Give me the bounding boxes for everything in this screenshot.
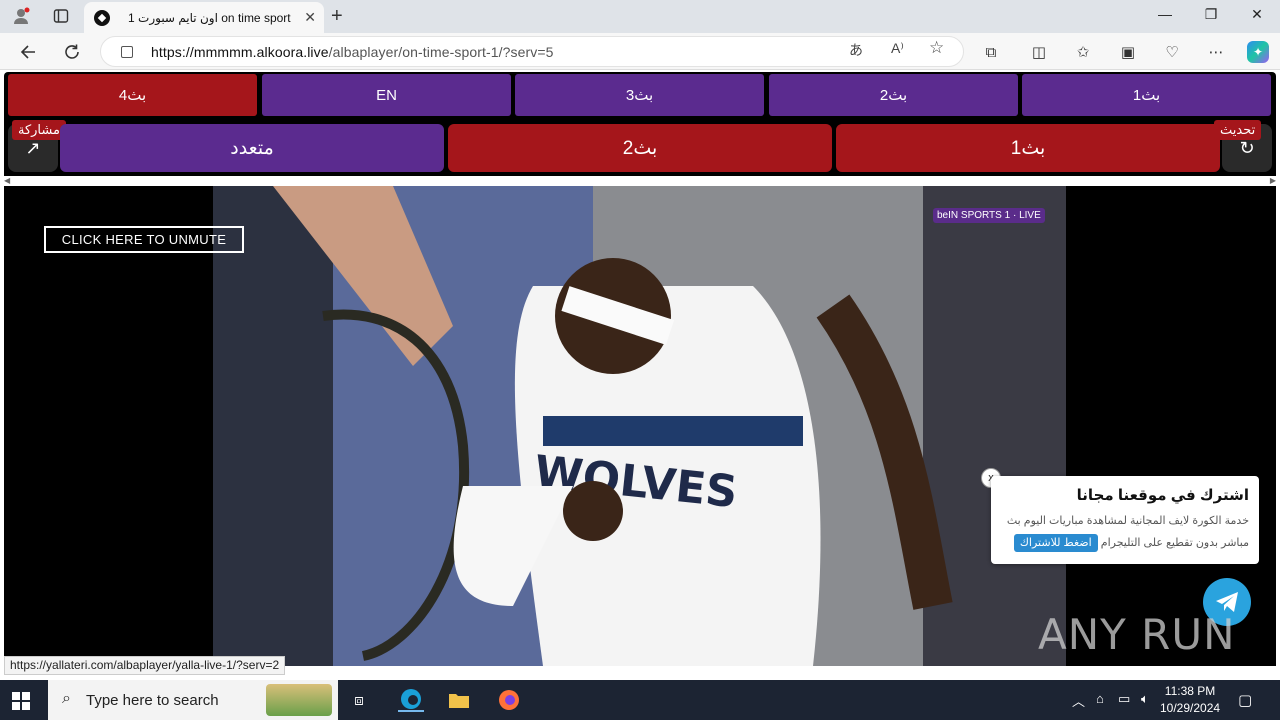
profile-icon[interactable] (10, 5, 32, 27)
video-player[interactable]: WOLVES beIN SPORTS 1 · LIVE CLICK HERE T… (4, 186, 1276, 666)
tab-close-icon[interactable]: ✕ (304, 9, 316, 26)
web-page: بث4 EN بث3 بث2 بث1 ↗ مشاركة متعدد بث2 بث… (0, 70, 1280, 682)
notifications-icon[interactable]: ▢ (1238, 691, 1252, 709)
url-text[interactable]: https://mmmmm.alkoora.live/albaplayer/on… (151, 44, 554, 60)
tray-overflow-icon[interactable]: ︿ (1072, 691, 1085, 710)
active-tab[interactable]: اون تايم سبورت 1 on time sport ✕ (84, 2, 324, 33)
refresh-label: تحديث (1214, 120, 1262, 140)
read-aloud-icon[interactable]: A⁾ (891, 40, 904, 57)
network-icon[interactable]: ▭ (1118, 691, 1130, 707)
task-view-icon[interactable]: ⧈ (346, 688, 372, 712)
server-row-2: ↗ مشاركة متعدد بث2 بث1 ↻ تحديث (8, 120, 1272, 172)
basketball-player-scene: WOLVES (213, 186, 1066, 666)
extensions-icon[interactable]: ⧉ (980, 41, 1002, 63)
video-frame: WOLVES beIN SPORTS 1 · LIVE (213, 186, 1066, 666)
channel-logo: beIN SPORTS 1 · LIVE (933, 208, 1045, 223)
file-explorer-icon[interactable] (446, 688, 472, 712)
server-button[interactable]: بث2 (769, 74, 1018, 116)
subscribe-button[interactable]: اضغط للاشتراك (1013, 534, 1098, 552)
edge-taskbar-icon[interactable] (398, 688, 424, 712)
collections-icon[interactable]: ▣ (1117, 41, 1139, 63)
share-label: مشاركة (12, 120, 66, 140)
link-status-bar: https://yallateri.com/albaplayer/yalla-l… (4, 656, 286, 675)
back-button[interactable] (16, 40, 40, 64)
search-placeholder: Type here to search (86, 691, 219, 709)
subscribe-promo: اشترك في موقعنا مجانا خدمة الكورة لايف ا… (991, 476, 1259, 564)
lock-icon[interactable] (121, 45, 133, 58)
volume-icon[interactable]: 🔈︎ (1141, 691, 1149, 707)
firefox-icon[interactable] (496, 688, 522, 712)
soccer-ball-favicon-icon (94, 9, 110, 26)
server-button[interactable]: EN (262, 74, 511, 116)
search-highlight-icon (266, 684, 332, 716)
taskbar-clock[interactable]: 11:38 PM 10/29/2024 (1160, 683, 1220, 717)
server-row-1: بث4 EN بث3 بث2 بث1 (8, 74, 1272, 116)
horizontal-scrollbar[interactable]: ◀ ▶ (4, 176, 1276, 185)
restore-button[interactable]: ❐ (1188, 6, 1234, 23)
windows-start-icon[interactable] (12, 692, 30, 710)
server-button[interactable]: بث4 (8, 74, 257, 116)
server-button[interactable]: بث1 (1022, 74, 1271, 116)
more-menu-icon[interactable]: ⋯ (1205, 41, 1227, 63)
anyrun-watermark: ANY RUN (1038, 610, 1236, 659)
browser-essentials-icon[interactable]: ♡ (1161, 41, 1183, 63)
reload-button[interactable] (60, 40, 84, 64)
minimize-button[interactable]: — (1142, 6, 1188, 22)
server-selector-panel: بث4 EN بث3 بث2 بث1 ↗ مشاركة متعدد بث2 بث… (4, 72, 1276, 182)
server-button[interactable]: بث1 (836, 124, 1220, 172)
new-tab-button[interactable]: + (331, 5, 343, 27)
tab-actions-icon[interactable] (50, 5, 72, 27)
split-screen-icon[interactable]: ◫ (1028, 41, 1050, 63)
favorites-icon[interactable]: ✩ (1072, 41, 1094, 63)
copilot-icon[interactable]: ✦ (1247, 41, 1269, 63)
windows-taskbar: ⌕ Type here to search ⧈ ︿ ⌂ ▭ 🔈︎ 11:38 P… (0, 680, 1280, 720)
server-button[interactable]: بث2 (448, 124, 832, 172)
tab-title: اون تايم سبورت 1 on time sport (128, 10, 291, 25)
address-bar[interactable]: https://mmmmm.alkoora.live/albaplayer/on… (100, 36, 964, 67)
search-icon: ⌕ (62, 690, 71, 707)
taskbar-search[interactable]: ⌕ Type here to search (48, 680, 338, 720)
unmute-button[interactable]: CLICK HERE TO UNMUTE (44, 226, 244, 253)
browser-tab-strip: اون تايم سبورت 1 on time sport ✕ + — ❐ ✕ (0, 0, 1280, 33)
meet-now-icon[interactable]: ⌂ (1096, 691, 1104, 706)
close-window-button[interactable]: ✕ (1234, 6, 1280, 23)
address-toolbar: https://mmmmm.alkoora.live/albaplayer/on… (0, 33, 1280, 70)
translate-icon[interactable]: あ (849, 40, 863, 60)
promo-title: اشترك في موقعنا مجانا (1076, 487, 1249, 504)
promo-text: خدمة الكورة لايف المجانية لمشاهدة مباريا… (1001, 510, 1249, 554)
server-button[interactable]: متعدد (60, 124, 444, 172)
server-button[interactable]: بث3 (515, 74, 764, 116)
favorite-star-icon[interactable]: ☆ (929, 38, 944, 58)
